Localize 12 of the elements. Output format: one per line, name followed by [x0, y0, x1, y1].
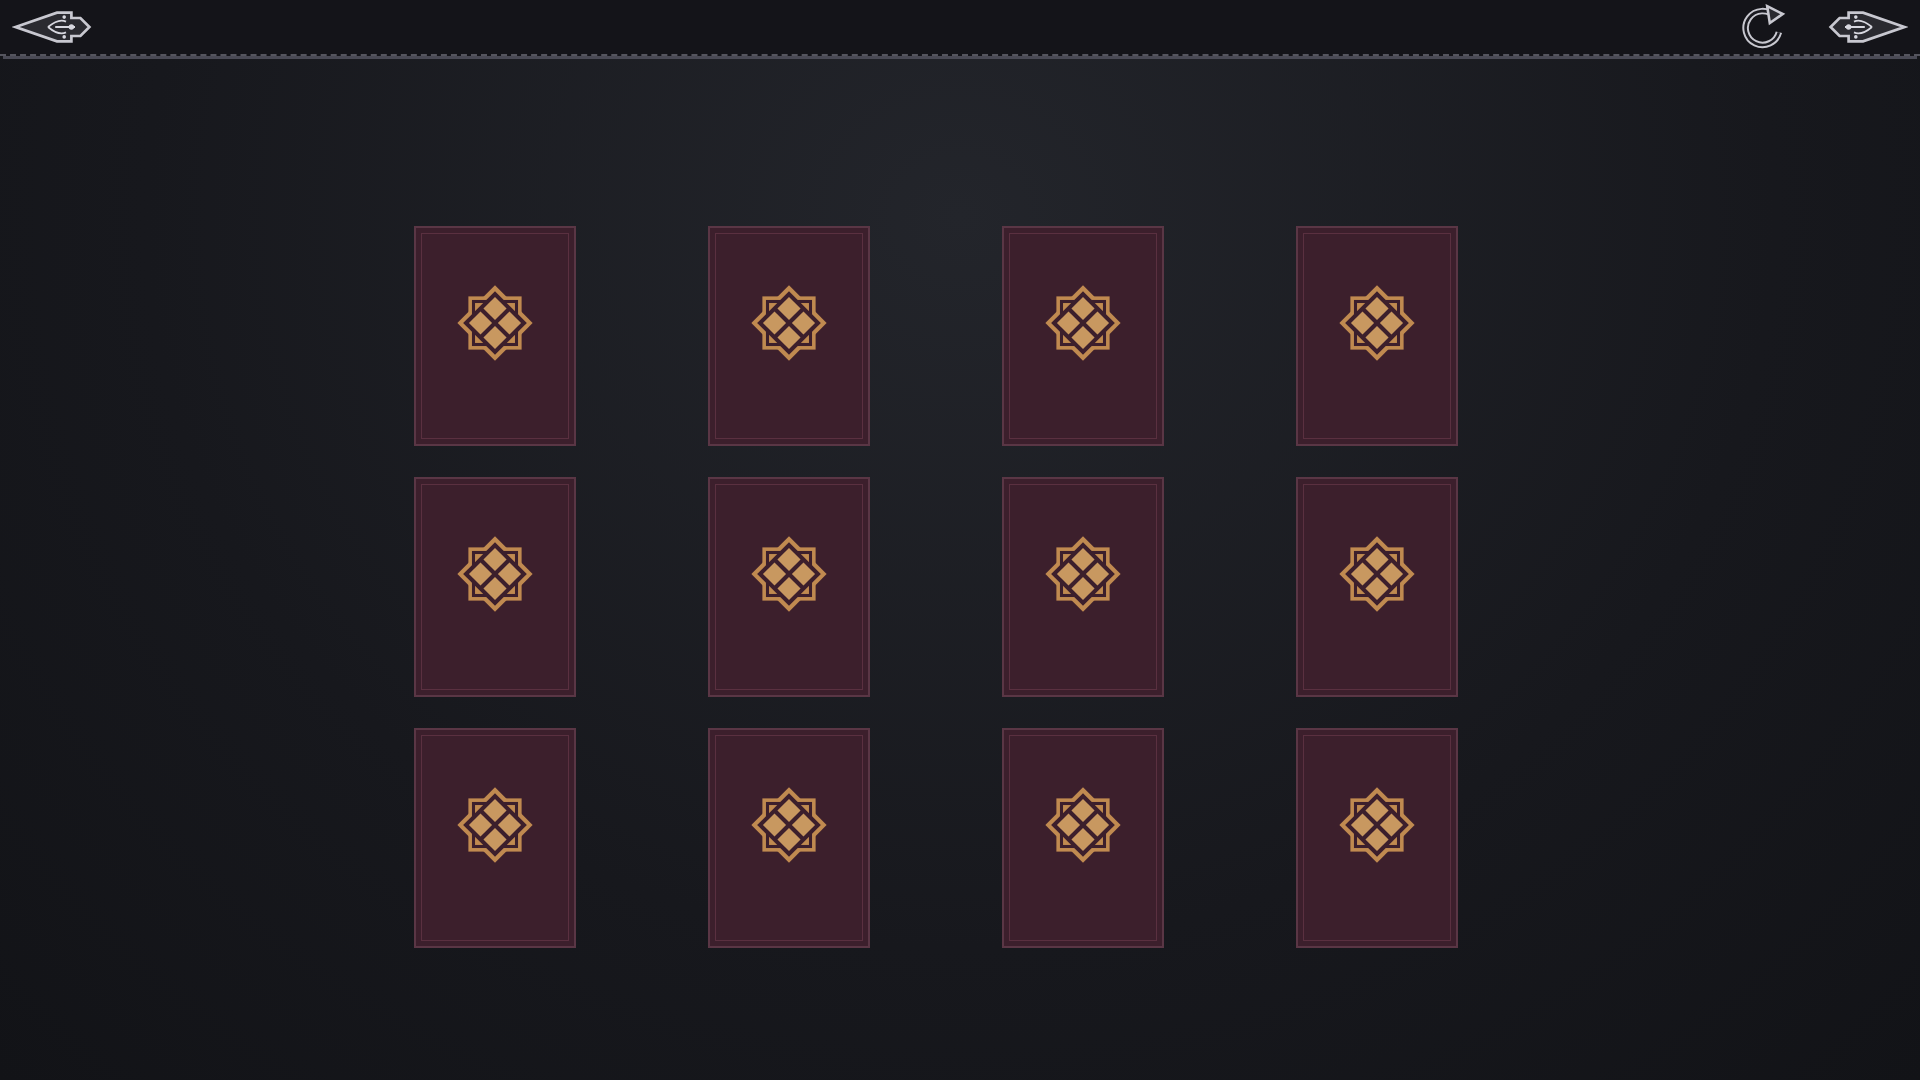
card-back[interactable]	[1002, 226, 1164, 446]
card-back[interactable]	[1296, 728, 1458, 948]
card-back[interactable]	[708, 477, 870, 697]
card-back[interactable]	[708, 728, 870, 948]
card-back[interactable]	[1296, 477, 1458, 697]
card-back[interactable]	[708, 226, 870, 446]
card-back[interactable]	[1296, 226, 1458, 446]
card-back[interactable]	[414, 728, 576, 948]
card-back[interactable]	[1002, 728, 1164, 948]
card-back[interactable]	[414, 226, 576, 446]
card-back[interactable]	[1002, 477, 1164, 697]
card-back[interactable]	[414, 477, 576, 697]
